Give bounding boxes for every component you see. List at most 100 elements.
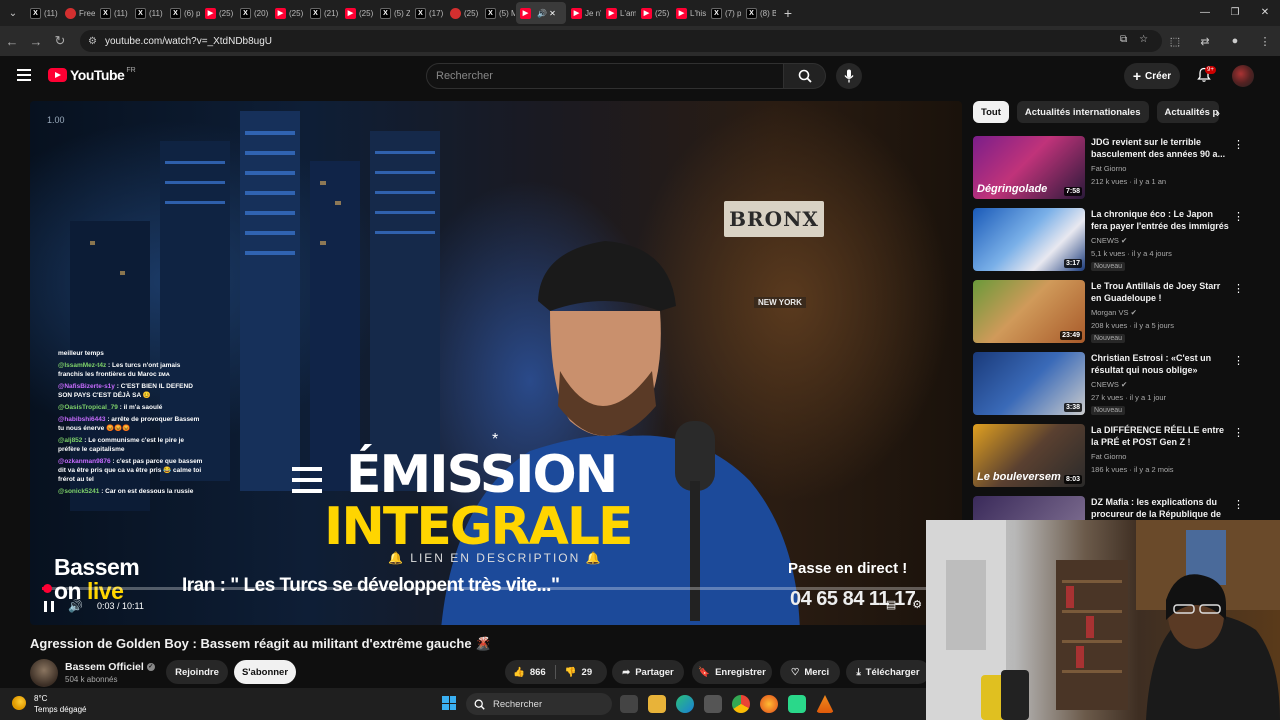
dislike-count[interactable]: 29 [582, 667, 593, 678]
site-info-icon[interactable]: ⚙ [88, 36, 97, 47]
thumbs-up-icon[interactable]: 👍 [513, 667, 525, 678]
weather-moon-icon[interactable] [12, 696, 26, 710]
store-icon[interactable] [704, 695, 722, 713]
browser-tab[interactable]: ▶L'ami [602, 2, 636, 24]
recommended-video[interactable]: Le bouleversem 8:03 La DIFFÉRENCE RÉELLE e… [973, 424, 1243, 488]
browser-tab[interactable]: ▶(25) C [637, 2, 671, 24]
browser-tab[interactable]: (25) C [446, 2, 480, 24]
subscribe-button[interactable]: S'abonner [234, 660, 296, 684]
edge-browser-icon[interactable] [676, 695, 694, 713]
create-button[interactable]: + Créer [1124, 63, 1180, 89]
pause-icon[interactable] [44, 600, 54, 612]
recommended-channel[interactable]: CNEWS ✔ [1091, 380, 1127, 389]
vlc-icon[interactable] [816, 695, 834, 713]
more-options-icon[interactable]: ⋮ [1233, 138, 1243, 151]
browser-tab[interactable]: ▶Je n'a [567, 2, 601, 24]
channel-avatar[interactable] [30, 659, 58, 687]
recommended-title[interactable]: JDG revient sur le terrible basculement … [1091, 136, 1231, 160]
more-options-icon[interactable]: ⋮ [1233, 354, 1243, 367]
search-button[interactable] [784, 63, 826, 89]
taskbar-search[interactable]: Rechercher [466, 693, 612, 715]
app-green-icon[interactable] [788, 695, 806, 713]
video-player[interactable]: 1.00 BRONX NEW YORK meilleur temps @Issam… [30, 101, 962, 625]
settings-gear-icon[interactable]: ⚙ [912, 598, 922, 611]
filter-chip[interactable]: Actualités po [1156, 101, 1219, 123]
filter-chip[interactable]: Tout [973, 101, 1009, 123]
browser-tab[interactable]: X(11) C [26, 2, 60, 24]
weather-widget[interactable]: 8°C Temps dégagé [34, 693, 86, 715]
account-avatar[interactable] [1232, 65, 1254, 87]
video-thumbnail[interactable]: Le bouleversem 8:03 [973, 424, 1085, 487]
recommended-title[interactable]: La chronique éco : Le Japon fera payer l… [1091, 208, 1231, 232]
youtube-logo[interactable]: YouTube FR [48, 67, 136, 83]
thanks-button[interactable]: ♡ Merci [780, 660, 840, 684]
browser-tab[interactable]: X(7) ps [707, 2, 741, 24]
recommended-video[interactable]: 23:49 Le Trou Antillais de Joey Starr en … [973, 280, 1243, 344]
extensions-icon[interactable]: ⬚ [1160, 35, 1190, 48]
profile-switch-icon[interactable]: ⇄ [1190, 35, 1220, 48]
share-button[interactable]: ➦ Partager [612, 660, 684, 684]
download-button[interactable]: ⤓ Télécharger [846, 660, 930, 684]
recommended-video[interactable]: 3:38 Christian Estrosi : «C'est un résult… [973, 352, 1243, 416]
browser-tab[interactable]: X(21) C [306, 2, 340, 24]
browser-tab[interactable]: X (5) M [481, 2, 515, 24]
voice-search-button[interactable] [836, 63, 862, 89]
scrubber-handle[interactable] [42, 584, 52, 593]
tab-search-button[interactable]: ⌄ [0, 0, 26, 26]
search-input[interactable] [426, 63, 784, 89]
chrome-icon[interactable] [732, 695, 750, 713]
recommended-channel[interactable]: Fat Giorno [1091, 452, 1126, 461]
profile-icon[interactable]: ● [1220, 35, 1250, 47]
file-explorer-icon[interactable] [648, 695, 666, 713]
recommended-title[interactable]: Christian Estrosi : «C'est un résultat q… [1091, 352, 1231, 376]
progress-bar[interactable] [42, 584, 950, 593]
video-thumbnail[interactable]: 23:49 [973, 280, 1085, 343]
recommended-title[interactable]: La DIFFÉRENCE RÉELLE entre la PRÉ et POS… [1091, 424, 1231, 448]
browser-tab[interactable]: X(6) ps [166, 2, 200, 24]
more-options-icon[interactable]: ⋮ [1233, 426, 1243, 439]
tab-audio-close-icon[interactable]: 🔊 ✕ [537, 9, 556, 18]
browser-tab[interactable]: X(20) L [236, 2, 270, 24]
browser-tab[interactable]: X(5) Ze [376, 2, 410, 24]
recommended-video[interactable]: 3:17 La chronique éco : Le Japon fera pay… [973, 208, 1243, 272]
join-button[interactable]: Rejoindre [166, 660, 228, 684]
browser-tab[interactable]: Free T [61, 2, 95, 24]
video-thumbnail[interactable]: Dégringolade 7:58 [973, 136, 1085, 199]
recommended-channel[interactable]: Fat Giorno [1091, 164, 1126, 173]
recommended-video[interactable]: Dégringolade 7:58 JDG revient sur le terri… [973, 136, 1243, 200]
minimize-button[interactable]: — [1190, 0, 1220, 26]
filter-chip[interactable]: Actualités internationales [1016, 101, 1149, 123]
install-app-icon[interactable]: ⧉ [1120, 34, 1127, 45]
chevron-right-icon[interactable]: › [1216, 106, 1220, 120]
video-thumbnail[interactable]: 3:17 [973, 208, 1085, 271]
url-field[interactable]: ⚙ youtube.com/watch?v=_XtdNDb8ugU [80, 30, 1162, 52]
browser-tab[interactable]: ▶L'hist [672, 2, 706, 24]
menu-icon[interactable] [17, 69, 31, 81]
thumbs-down-icon[interactable]: 👎 [565, 667, 577, 678]
volume-icon[interactable]: 🔊 [68, 599, 83, 613]
browser-tab[interactable]: X(8) Ba [742, 2, 776, 24]
reload-button[interactable]: ↻ [48, 33, 72, 49]
browser-tab[interactable]: ▶(25) E [341, 2, 375, 24]
recommended-channel[interactable]: CNEWS ✔ [1091, 236, 1127, 245]
save-button[interactable]: 🔖 Enregistrer [692, 660, 772, 684]
back-button[interactable]: ← [0, 34, 24, 49]
new-tab-button[interactable]: + [777, 5, 799, 21]
more-options-icon[interactable]: ⋮ [1233, 210, 1243, 223]
close-window-button[interactable]: ✕ [1250, 0, 1280, 26]
more-options-icon[interactable]: ⋮ [1233, 498, 1243, 511]
more-options-icon[interactable]: ⋮ [1233, 282, 1243, 295]
channel-name-link[interactable]: Bassem Officiel ✓ [65, 661, 155, 673]
forward-button[interactable]: → [24, 34, 48, 49]
windows-start-icon[interactable] [442, 696, 456, 710]
like-count[interactable]: 866 [530, 667, 546, 678]
firefox-icon[interactable] [760, 695, 778, 713]
maximize-button[interactable]: ❐ [1220, 0, 1250, 26]
bookmark-star-icon[interactable]: ☆ [1139, 34, 1148, 45]
browser-tab[interactable]: X(11) n [96, 2, 130, 24]
browser-tab[interactable]: ▶(25) V [271, 2, 305, 24]
video-thumbnail[interactable]: 3:38 [973, 352, 1085, 415]
browser-tab[interactable]: ▶(25) H [201, 2, 235, 24]
task-view-icon[interactable] [620, 695, 638, 713]
recommended-channel[interactable]: Morgan VS ✔ [1091, 308, 1137, 317]
